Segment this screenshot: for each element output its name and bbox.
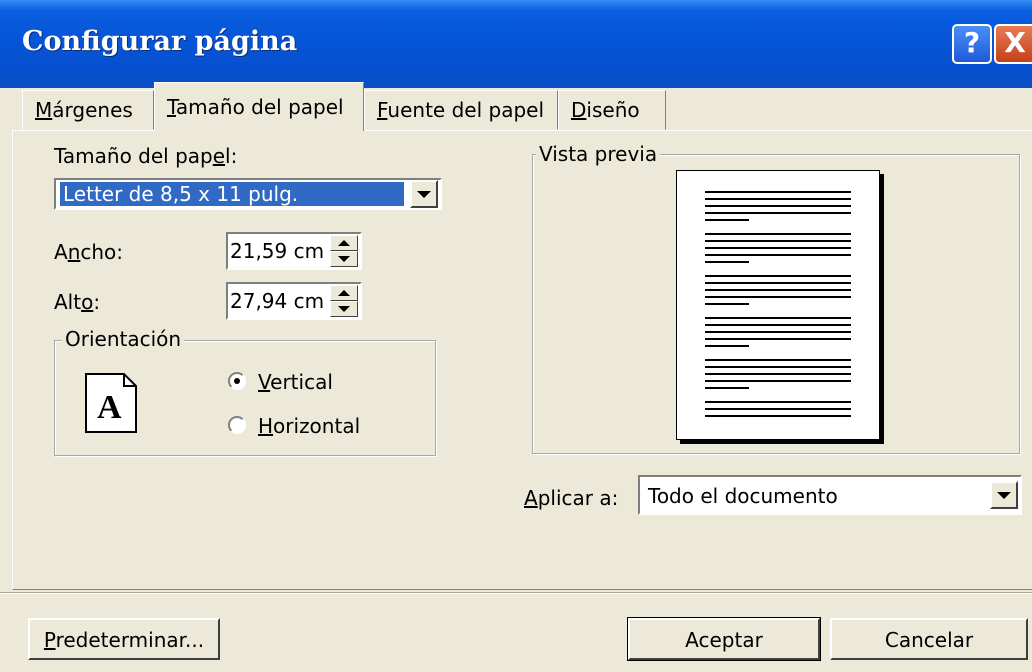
spin-up-icon[interactable] xyxy=(330,235,358,251)
default-button-rest: redeterminar... xyxy=(55,628,205,652)
tab-label: Fuente del papel xyxy=(377,98,545,122)
spin-down-icon[interactable] xyxy=(330,301,358,317)
preview-page xyxy=(676,170,880,440)
width-label-post: cho: xyxy=(80,240,124,264)
option-vertical-label[interactable]: Vertical xyxy=(258,370,333,394)
default-button-ul: P xyxy=(43,628,56,652)
spin-down-icon[interactable] xyxy=(330,251,358,267)
tab-label: Diseño xyxy=(571,98,640,122)
option-horizontal-label[interactable]: Horizontal xyxy=(258,414,360,438)
preview-group-label: Vista previa xyxy=(536,142,661,166)
chevron-down-icon[interactable] xyxy=(990,481,1018,509)
default-button[interactable]: Predeterminar... xyxy=(28,618,220,660)
orientation-group-label: Orientación xyxy=(62,327,185,351)
apply-to-label-ul: A xyxy=(524,486,538,510)
window-title: Configurar página xyxy=(22,26,298,57)
chevron-down-icon[interactable] xyxy=(410,180,438,208)
height-label-pre: Alt xyxy=(54,290,82,314)
tab-margins[interactable]: Márgenes xyxy=(22,90,154,130)
close-icon[interactable]: X xyxy=(994,24,1032,64)
option-rest: orizontal xyxy=(273,414,361,438)
paper-size-label-ul: e xyxy=(212,144,226,168)
tab-paper-source[interactable]: Fuente del papel xyxy=(364,90,558,130)
width-spinner[interactable]: 21,59 cm xyxy=(226,232,362,270)
paper-size-label: Tamaño del papel: xyxy=(54,144,237,168)
separator xyxy=(0,592,1032,594)
radio-vertical[interactable] xyxy=(228,372,246,390)
width-label-ul: n xyxy=(67,240,81,264)
option-ul: V xyxy=(258,370,271,394)
radio-selected-dot xyxy=(234,378,240,384)
tab-layout[interactable]: Diseño xyxy=(558,90,666,130)
height-spinner[interactable]: 27,94 cm xyxy=(226,282,362,320)
width-value: 21,59 cm xyxy=(230,239,325,263)
width-label-pre: A xyxy=(54,240,68,264)
height-label: Alto: xyxy=(54,290,100,314)
cancel-button[interactable]: Cancelar xyxy=(830,618,1028,660)
apply-to-value: Todo el documento xyxy=(648,484,838,508)
spin-up-icon[interactable] xyxy=(330,285,358,301)
tab-label: Tamaño del papel xyxy=(167,95,344,119)
paper-size-label-post: l: xyxy=(225,144,238,168)
height-label-ul: o xyxy=(81,290,94,314)
apply-to-label: Aplicar a: xyxy=(524,486,618,510)
tab-paper-size[interactable]: Tamaño del papel xyxy=(154,82,364,131)
ok-button[interactable]: Aceptar xyxy=(627,617,821,661)
radio-horizontal[interactable] xyxy=(228,416,246,434)
apply-to-label-rest: plicar a: xyxy=(537,486,619,510)
paper-size-value: Letter de 8,5 x 11 pulg. xyxy=(59,181,405,207)
help-icon[interactable]: ? xyxy=(952,24,992,64)
title-bar: Configurar página ? X xyxy=(0,0,1032,88)
height-value: 27,94 cm xyxy=(230,289,325,313)
paper-size-label-pre: Tamaño del pap xyxy=(54,144,213,168)
portrait-page-icon: A xyxy=(84,372,138,434)
height-label-post: : xyxy=(93,290,101,314)
tab-label-ul: Márgenes xyxy=(35,98,133,122)
portrait-letter: A xyxy=(97,389,122,426)
option-rest: ertical xyxy=(270,370,333,394)
width-label: Ancho: xyxy=(54,240,123,264)
option-ul: H xyxy=(258,414,274,438)
apply-to-select[interactable]: Todo el documento xyxy=(638,475,1022,515)
paper-size-select[interactable]: Letter de 8,5 x 11 pulg. xyxy=(54,178,442,210)
